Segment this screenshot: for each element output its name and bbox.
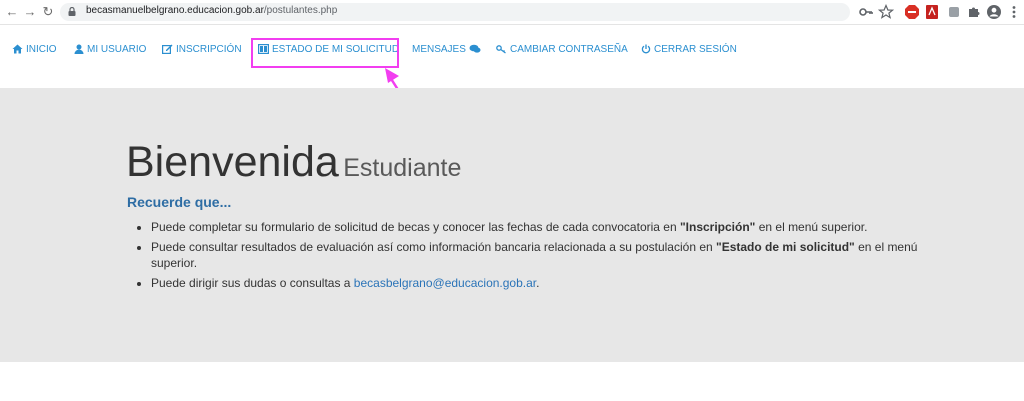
address-bar[interactable]: becasmanuelbelgrano.educacion.gob.ar/pos… [60,3,850,21]
profile-icon[interactable] [986,4,1002,20]
nav-item-inicio[interactable]: INICIO [12,40,57,60]
star-icon[interactable] [878,4,894,20]
browser-toolbar: ← → ↻ becasmanuelbelgrano.educacion.gob.… [0,0,1024,25]
list-item: Puede consultar resultados de evaluación… [151,239,941,271]
nav-item-inscripcion[interactable]: INSCRIPCIÓN [162,40,242,60]
nav-label: INSCRIPCIÓN [176,44,242,55]
adblock-extension-icon[interactable] [904,4,920,20]
reminder-heading: Recuerde que... [127,194,232,210]
nav-label: MENSAJES [412,44,466,55]
key-icon[interactable] [858,4,874,20]
page-title: Bienvenida Estudiante [126,138,461,187]
welcome-panel: Bienvenida Estudiante Recuerde que... Pu… [0,88,1024,362]
menu-dots-icon[interactable] [1006,4,1022,20]
url-text: becasmanuelbelgrano.educacion.gob.ar/pos… [86,5,338,16]
nav-item-cambiar-contrasena[interactable]: CAMBIAR CONTRASEÑA [496,40,628,60]
pdf-extension-icon[interactable] [924,4,940,20]
title-main: Bienvenida [126,138,339,186]
main-navbar: INICIO MI USUARIO INSCRIPCIÓN ESTADO DE … [0,30,1024,70]
home-icon [12,44,23,54]
edit-icon [162,44,173,55]
nav-item-cerrar-sesion[interactable]: CERRAR SESIÓN [641,40,737,60]
nav-label: INICIO [26,44,57,55]
reminder-list: Puede completar su formulario de solicit… [129,219,941,295]
chat-icon [469,45,481,53]
forward-arrow-icon[interactable]: → [22,4,38,20]
nav-label: MI USUARIO [87,44,147,55]
list-item: Puede dirigir sus dudas o consultas a be… [151,275,941,291]
email-link[interactable]: becasbelgrano@educacion.gob.ar [354,276,536,290]
puzzle-icon[interactable] [966,4,982,20]
title-sub: Estudiante [343,154,462,182]
highlight-box [251,38,399,68]
nav-item-mi-usuario[interactable]: MI USUARIO [74,40,146,60]
extension-icon[interactable] [946,4,962,20]
lock-icon [68,7,76,16]
nav-label: CAMBIAR CONTRASEÑA [510,44,628,55]
nav-item-mensajes[interactable]: MENSAJES [412,40,481,60]
list-item: Puede completar su formulario de solicit… [151,219,941,235]
user-icon [74,44,84,55]
back-arrow-icon[interactable]: ← [4,4,20,20]
key-icon [496,45,506,54]
power-icon [641,44,651,54]
reload-icon[interactable]: ↻ [40,4,56,20]
nav-label: CERRAR SESIÓN [654,44,737,55]
